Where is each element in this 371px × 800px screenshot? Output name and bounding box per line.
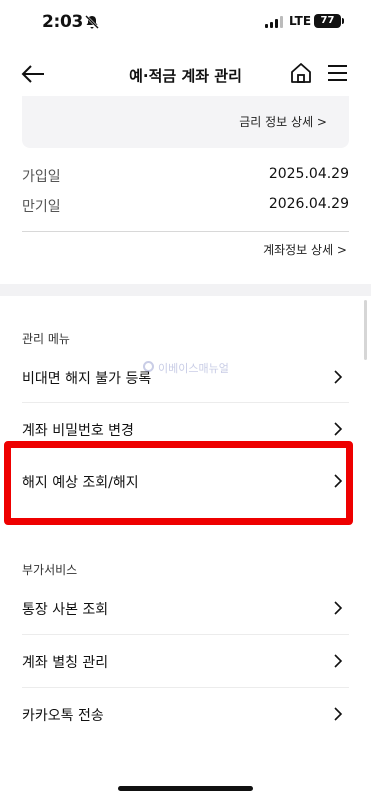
maturity-date-row: 만기일 2026.04.29 [22,194,349,216]
join-date-row: 가입일 2025.04.29 [22,164,349,186]
app-header: 예·적금 계좌 관리 [0,52,371,96]
account-detail-link[interactable]: 계좌정보 상세 > [263,241,347,258]
battery-icon: 77 [314,14,341,28]
battery-tip [342,18,344,24]
chevron-right-icon [334,707,343,721]
network-label: LTE [289,14,312,28]
hamburger-menu-icon[interactable] [327,63,348,83]
status-bar: 2:03 LTE 77 [0,0,371,44]
menu-item-kakaotalk-send[interactable]: 카카오톡 전송 [22,688,349,740]
bell-off-icon [85,15,99,29]
menu-item-label: 비대면 해지 불가 등록 [22,371,152,387]
rate-detail-link[interactable]: 금리 정보 상세 > [239,113,327,130]
scrollbar[interactable] [364,300,367,360]
home-indicator[interactable] [118,786,253,791]
chevron-right-icon [334,422,343,436]
menu-item-label: 계좌 별칭 관리 [22,655,109,671]
maturity-date-label: 만기일 [22,199,61,215]
menu-item-label: 카카오톡 전송 [22,708,104,724]
status-time: 2:03 [42,12,84,32]
chevron-right-icon [334,654,343,668]
join-date-value: 2025.04.29 [268,166,349,182]
manage-menu-title: 관리 메뉴 [22,332,70,346]
extra-services-title: 부가서비스 [22,563,78,577]
menu-item-passbook-copy[interactable]: 통장 사본 조회 [22,582,349,634]
home-icon[interactable] [290,62,312,84]
maturity-date-value: 2026.04.29 [268,196,349,212]
signal-icon [265,16,283,28]
highlight-box [4,441,353,525]
menu-item-label: 통장 사본 조회 [22,602,109,618]
menu-item-account-nickname[interactable]: 계좌 별칭 관리 [22,635,349,687]
divider [22,231,349,232]
chevron-right-icon [334,601,343,615]
page-title: 예·적금 계좌 관리 [129,67,242,85]
rate-info-panel: 금리 정보 상세 > [22,96,349,148]
menu-item-label: 계좌 비밀번호 변경 [22,423,134,439]
section-divider [0,284,371,296]
join-date-label: 가입일 [22,169,61,185]
chevron-right-icon [334,370,343,384]
menu-item-block-remote-close[interactable]: 비대면 해지 불가 등록 [22,351,349,403]
